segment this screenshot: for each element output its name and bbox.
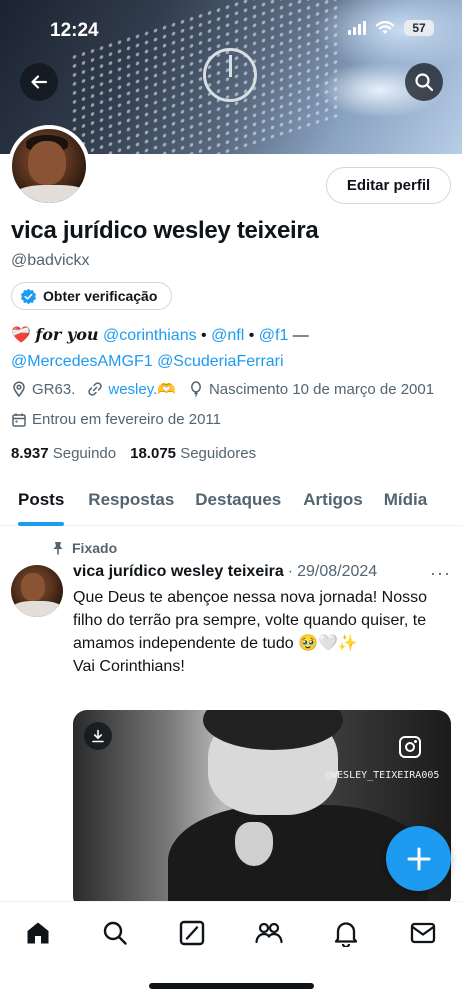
edit-profile-button[interactable]: Editar perfil xyxy=(326,167,451,204)
mention-mercedes[interactable]: @MercedesAMGF1 xyxy=(11,353,153,370)
following-label: Seguindo xyxy=(52,445,117,462)
follow-stats: 8.937 Seguindo 18.075 Seguidores xyxy=(11,445,256,462)
profile-website[interactable]: wesley.🫶 xyxy=(87,380,176,398)
notifications-icon xyxy=(334,922,358,947)
download-button[interactable] xyxy=(84,722,112,750)
messages-icon xyxy=(410,922,436,944)
avatar-shirt xyxy=(11,601,63,617)
post-more-button[interactable]: ··· xyxy=(430,563,451,584)
grok-icon xyxy=(179,920,205,946)
car-emblem-image xyxy=(203,48,257,102)
status-icons: 57 xyxy=(348,20,434,36)
location-text: GR63. xyxy=(32,380,76,398)
followers-label: Seguidores xyxy=(180,445,257,462)
bio-separator: • xyxy=(196,327,212,344)
post-text: Que Deus te abençoe nessa nova jornada! … xyxy=(73,589,428,675)
home-indicator[interactable] xyxy=(149,983,314,989)
profile-meta-row: GR63. wesley.🫶 Nascimento 10 de março de… xyxy=(11,380,446,398)
location-icon xyxy=(13,381,25,397)
post-date[interactable]: 29/08/2024 xyxy=(297,563,377,581)
avatar-face xyxy=(21,573,45,601)
nav-explore[interactable] xyxy=(100,918,130,948)
bio-heart-emoji: ❤️‍🩹 xyxy=(11,327,31,344)
following-stat[interactable]: 8.937 Seguindo xyxy=(11,445,116,462)
followers-stat[interactable]: 18.075 Seguidores xyxy=(130,445,256,462)
tab-posts[interactable]: Posts xyxy=(18,478,65,526)
tab-replies[interactable]: Respostas xyxy=(88,478,174,525)
tab-articles[interactable]: Artigos xyxy=(303,478,363,525)
cellular-signal-icon xyxy=(348,21,366,35)
home-icon xyxy=(27,922,49,944)
media-watermark: @WESLEY_TEIXEIRA005 xyxy=(325,770,440,781)
post-author-avatar[interactable] xyxy=(11,565,63,617)
calendar-icon xyxy=(12,413,26,427)
balloon-icon xyxy=(191,381,201,397)
joined-text: Entrou em fevereiro de 2011 xyxy=(32,411,222,428)
tab-media[interactable]: Mídia xyxy=(384,478,427,525)
battery-indicator: 57 xyxy=(404,20,434,36)
bio-dash: — xyxy=(288,327,309,344)
get-verified-label: Obter verificação xyxy=(43,288,158,304)
nav-communities[interactable] xyxy=(254,918,284,948)
link-icon xyxy=(88,382,103,396)
profile-birthday: Nascimento 10 de março de 2001 xyxy=(188,381,434,398)
status-time: 12:24 xyxy=(50,20,99,41)
following-count: 8.937 xyxy=(11,445,49,462)
avatar-face xyxy=(28,141,66,185)
search-icon xyxy=(415,73,434,92)
post-header: vica jurídico wesley teixeira · 29/08/20… xyxy=(73,563,377,581)
avatar-shirt xyxy=(12,185,86,203)
nav-messages[interactable] xyxy=(408,918,438,948)
profile-joined-row: Entrou em fevereiro de 2011 xyxy=(11,411,233,428)
wifi-icon xyxy=(375,21,395,34)
pin-icon xyxy=(53,542,63,555)
nav-home[interactable] xyxy=(23,918,53,948)
get-verified-button[interactable]: Obter verificação xyxy=(11,282,173,310)
compose-plus-icon xyxy=(407,847,430,870)
tab-highlights[interactable]: Destaques xyxy=(195,478,281,525)
profile-name: vica jurídico wesley teixeira xyxy=(11,217,319,244)
mention-ferrari[interactable]: @ScuderiaFerrari xyxy=(157,353,284,370)
bio-separator: • xyxy=(244,327,259,344)
profile-bio: ❤️‍🩹 𝒇𝒐𝒓 𝒚𝒐𝒖 @corinthians • @nfl • @f1 —… xyxy=(11,322,451,375)
search-button[interactable] xyxy=(405,63,443,101)
profile-avatar[interactable] xyxy=(8,125,90,207)
post-separator: · xyxy=(287,563,294,580)
pinned-label: Fixado xyxy=(72,540,118,556)
website-link[interactable]: wesley.🫶 xyxy=(108,380,176,398)
pinned-indicator: Fixado xyxy=(52,540,117,556)
download-icon xyxy=(92,729,104,743)
profile-joined: Entrou em fevereiro de 2011 xyxy=(11,411,221,428)
profile-handle: @badvickx xyxy=(11,252,90,269)
mention-nfl[interactable]: @nfl xyxy=(211,327,244,344)
instagram-icon xyxy=(399,736,421,758)
verified-badge-icon xyxy=(20,288,37,304)
back-button[interactable] xyxy=(20,63,58,101)
followers-count: 18.075 xyxy=(130,445,177,462)
bio-for-you: 𝒇𝒐𝒓 𝒚𝒐𝒖 xyxy=(35,325,99,344)
mention-corinthians[interactable]: @corinthians xyxy=(103,327,197,344)
explore-icon xyxy=(103,921,127,945)
back-arrow-icon xyxy=(31,75,48,89)
nav-notifications[interactable] xyxy=(331,918,361,948)
communities-icon xyxy=(255,922,283,944)
profile-location: GR63. xyxy=(11,381,75,398)
media-club-crest xyxy=(235,822,273,866)
profile-tabs: Posts Respostas Destaques Artigos Mídia xyxy=(0,478,462,526)
compose-button[interactable] xyxy=(386,826,451,891)
nav-grok[interactable] xyxy=(177,918,207,948)
mention-f1[interactable]: @f1 xyxy=(259,327,289,344)
post-author-name[interactable]: vica jurídico wesley teixeira xyxy=(73,563,284,581)
birthday-text: Nascimento 10 de março de 2001 xyxy=(208,380,435,398)
